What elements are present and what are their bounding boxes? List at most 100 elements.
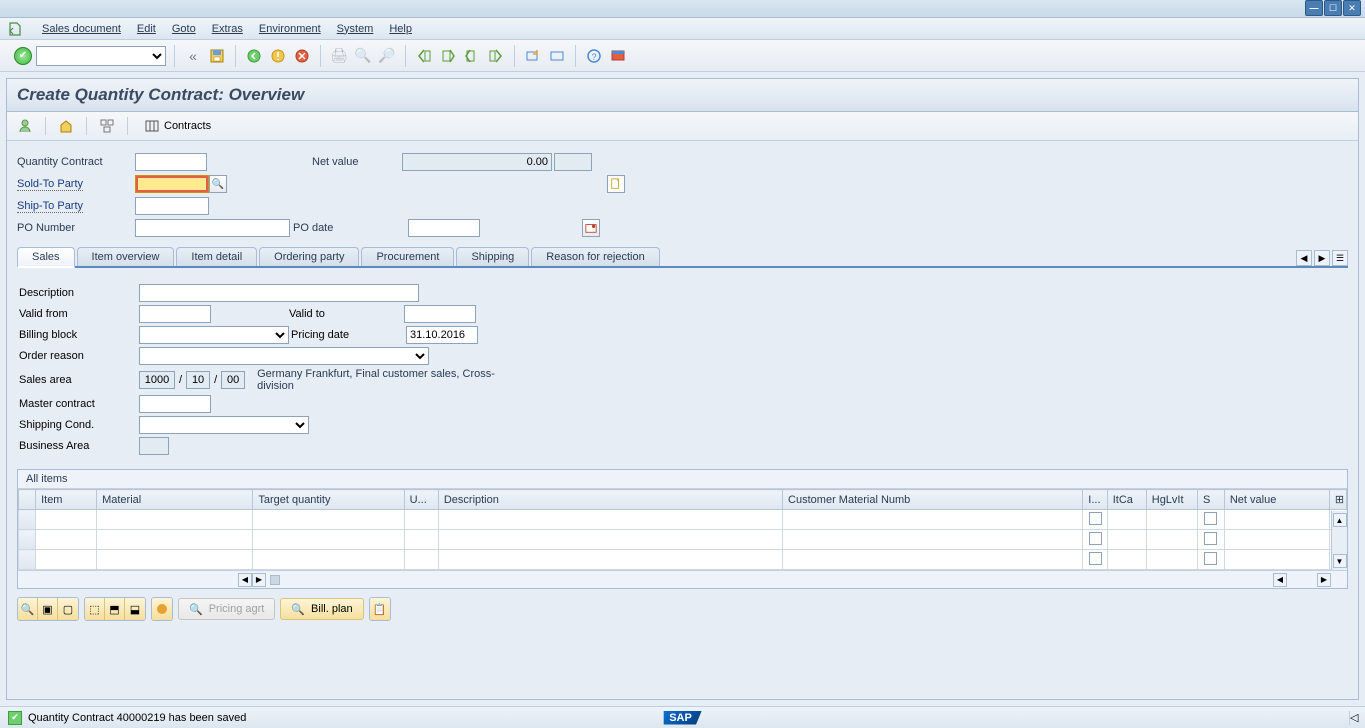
cell-s[interactable]	[1198, 510, 1225, 530]
cell-hglvit[interactable]	[1146, 530, 1197, 550]
menu-goto[interactable]: Goto	[164, 21, 204, 37]
toolbar-back-icon[interactable]: «	[183, 46, 203, 66]
row-handle[interactable]	[19, 550, 36, 570]
tab-shipping[interactable]: Shipping	[456, 247, 529, 266]
col-hglvit[interactable]: HgLvIt	[1146, 490, 1197, 510]
tab-item-detail[interactable]: Item detail	[176, 247, 257, 266]
row-handle[interactable]	[19, 530, 36, 550]
po-extra-icon[interactable]	[582, 219, 600, 237]
cell-cust-material[interactable]	[783, 510, 1083, 530]
ship-to-input[interactable]	[135, 197, 209, 215]
cell-itca[interactable]	[1107, 550, 1146, 570]
btn-display-item[interactable]: 🔍	[18, 598, 38, 620]
bill-plan-button[interactable]: 🔍 Bill. plan	[280, 598, 363, 620]
tab-reason-rejection[interactable]: Reason for rejection	[531, 247, 659, 266]
btn-config-3[interactable]: ⬓	[125, 598, 145, 620]
cell-description[interactable]	[438, 530, 782, 550]
status-detail-icon[interactable]: ◁	[1349, 711, 1361, 725]
col-s[interactable]: S	[1198, 490, 1225, 510]
last-page-icon[interactable]	[486, 46, 506, 66]
btn-extra[interactable]: 📋	[370, 598, 390, 620]
document-flow-icon[interactable]	[97, 116, 117, 136]
btn-propose-items[interactable]	[152, 598, 172, 620]
table-horizontal-scrollbar[interactable]: ◀ ▶ ◀ ▶	[18, 570, 1347, 588]
cell-net-value[interactable]	[1224, 510, 1329, 530]
po-date-input[interactable]	[408, 219, 480, 237]
menu-edit[interactable]: Edit	[129, 21, 164, 37]
cell-cust-material[interactable]	[783, 550, 1083, 570]
cell-i[interactable]	[1083, 550, 1107, 570]
window-maximize-button[interactable]	[1324, 0, 1342, 16]
display-header-icon[interactable]	[15, 116, 35, 136]
table-vertical-scrollbar[interactable]: ▲ ▼	[1331, 511, 1347, 570]
cell-material[interactable]	[97, 510, 253, 530]
window-minimize-button[interactable]	[1305, 0, 1323, 16]
cell-cust-material[interactable]	[783, 530, 1083, 550]
cell-s[interactable]	[1198, 530, 1225, 550]
btn-select-all[interactable]: ▣	[38, 598, 58, 620]
cell-material[interactable]	[97, 550, 253, 570]
cell-i[interactable]	[1083, 530, 1107, 550]
cell-material[interactable]	[97, 530, 253, 550]
menu-sales-document[interactable]: Sales document	[34, 21, 129, 37]
cancel-icon[interactable]	[292, 46, 312, 66]
cell-itca[interactable]	[1107, 530, 1146, 550]
col-net-value[interactable]: Net value	[1224, 490, 1329, 510]
table-row[interactable]	[19, 530, 1347, 550]
btn-deselect-all[interactable]: ▢	[58, 598, 78, 620]
cell-hglvit[interactable]	[1146, 550, 1197, 570]
create-doc-icon[interactable]	[607, 175, 625, 193]
col-item[interactable]: Item	[36, 490, 97, 510]
col-description[interactable]: Description	[438, 490, 782, 510]
menu-environment[interactable]: Environment	[251, 21, 329, 37]
save-icon[interactable]	[207, 46, 227, 66]
col-i[interactable]: I...	[1083, 490, 1107, 510]
ship-to-label[interactable]: Ship-To Party	[17, 200, 83, 213]
menu-help[interactable]: Help	[381, 21, 420, 37]
shortcut-icon[interactable]	[547, 46, 567, 66]
tab-scroll-left[interactable]: ◀	[1296, 250, 1312, 266]
contracts-button[interactable]: Contracts	[138, 116, 217, 136]
menu-system[interactable]: System	[329, 21, 382, 37]
cell-net-value[interactable]	[1224, 530, 1329, 550]
layout-icon[interactable]	[608, 46, 628, 66]
pricing-date-input[interactable]	[406, 326, 478, 344]
sold-to-label[interactable]: Sold-To Party	[17, 178, 83, 191]
tab-scroll-right[interactable]: ▶	[1314, 250, 1330, 266]
master-contract-input[interactable]	[139, 395, 211, 413]
row-handle[interactable]	[19, 510, 36, 530]
cell-description[interactable]	[438, 510, 782, 530]
next-page-icon[interactable]	[462, 46, 482, 66]
orders-icon[interactable]	[56, 116, 76, 136]
cell-item[interactable]	[36, 530, 97, 550]
cell-hglvit[interactable]	[1146, 510, 1197, 530]
window-close-button[interactable]	[1343, 0, 1361, 16]
cell-s[interactable]	[1198, 550, 1225, 570]
help-icon[interactable]: ?	[584, 46, 604, 66]
back-icon[interactable]	[244, 46, 264, 66]
col-uom[interactable]: U...	[404, 490, 438, 510]
description-input[interactable]	[139, 284, 419, 302]
menu-extras[interactable]: Extras	[204, 21, 251, 37]
cell-uom[interactable]	[404, 550, 438, 570]
tab-procurement[interactable]: Procurement	[361, 247, 454, 266]
order-reason-select[interactable]	[139, 347, 429, 365]
cell-target-qty[interactable]	[253, 510, 404, 530]
col-itca[interactable]: ItCa	[1107, 490, 1146, 510]
table-row[interactable]	[19, 510, 1347, 530]
tab-sales[interactable]: Sales	[17, 247, 75, 268]
col-cust-material[interactable]: Customer Material Numb	[783, 490, 1083, 510]
po-number-input[interactable]	[135, 219, 290, 237]
command-field[interactable]	[36, 46, 166, 66]
tab-list-button[interactable]: ☰	[1332, 250, 1348, 266]
table-config-icon[interactable]: ⊞	[1329, 490, 1346, 510]
cell-uom[interactable]	[404, 530, 438, 550]
billing-block-select[interactable]	[139, 326, 289, 344]
cell-itca[interactable]	[1107, 510, 1146, 530]
cell-i[interactable]	[1083, 510, 1107, 530]
enter-button[interactable]: ✔	[14, 47, 32, 65]
tab-item-overview[interactable]: Item overview	[77, 247, 175, 266]
cell-net-value[interactable]	[1224, 550, 1329, 570]
btn-config-1[interactable]: ⬚	[85, 598, 105, 620]
exit-icon[interactable]	[268, 46, 288, 66]
